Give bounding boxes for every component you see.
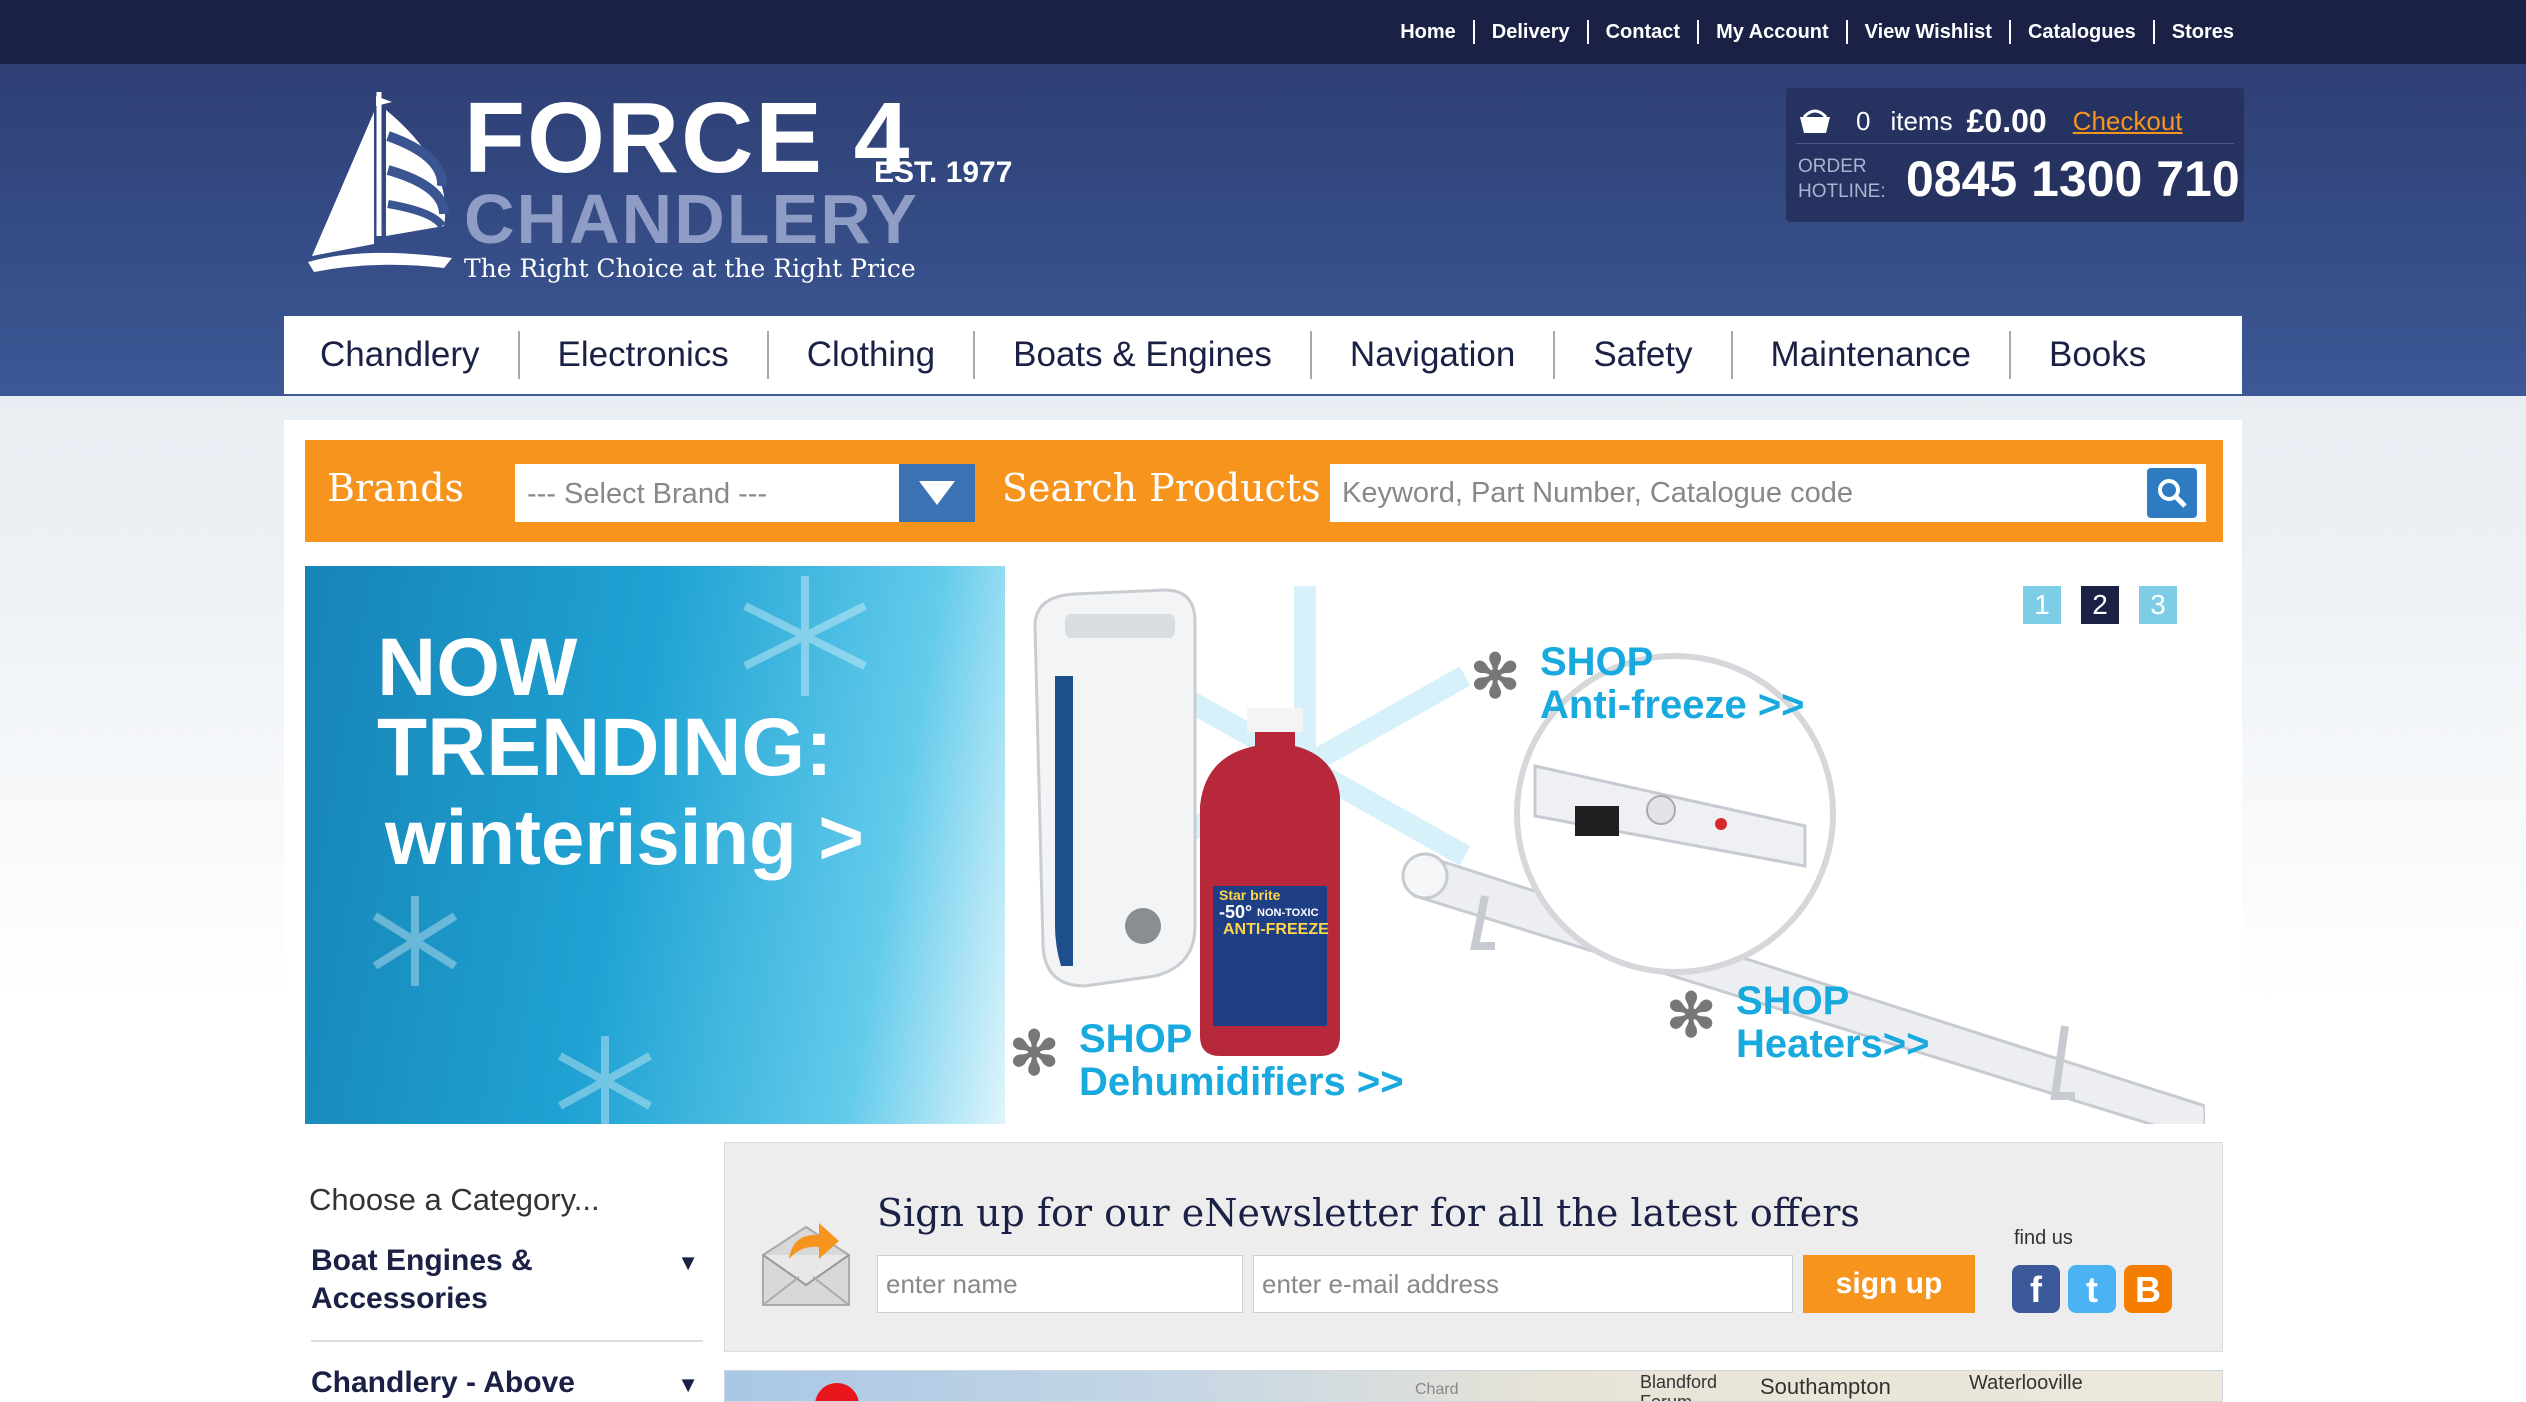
- search-products-label: Search Products: [1002, 466, 1321, 510]
- sign-up-button[interactable]: sign up: [1803, 1255, 1975, 1313]
- bottle-brand: Star brite: [1219, 887, 1281, 903]
- brands-label: Brands: [327, 466, 465, 510]
- shop-dehumidifiers-line1: SHOP: [1079, 1017, 1193, 1061]
- envelope-icon: [762, 1223, 850, 1306]
- banner-ice-panel: NOW TRENDING: winterising >: [305, 566, 1005, 1124]
- category-item-boat-engines[interactable]: Boat Engines & Accessories ▼: [311, 1242, 703, 1318]
- category-item-label: Chandlery - Above: [311, 1366, 575, 1399]
- hotline-number: 0845 1300 710: [1906, 151, 2240, 207]
- banner-subline[interactable]: winterising >: [385, 792, 864, 883]
- nav-navigation[interactable]: Navigation: [1312, 331, 1556, 379]
- newsletter-signup: Sign up for our eNewsletter for all the …: [724, 1142, 2223, 1352]
- newsletter-title: Sign up for our eNewsletter for all the …: [877, 1191, 1860, 1235]
- bottle-temp: -50°: [1219, 902, 1252, 922]
- main-nav: Chandlery Electronics Clothing Boats & E…: [284, 316, 2242, 394]
- find-us-label: find us: [2014, 1227, 2073, 1249]
- category-divider: [311, 1340, 703, 1342]
- shop-antifreeze-link[interactable]: ✻ SHOP Anti-freeze >>: [1470, 640, 1805, 727]
- nav-electronics[interactable]: Electronics: [520, 331, 769, 379]
- logo-tagline: The Right Choice at the Right Price: [464, 254, 916, 283]
- twitter-link[interactable]: t: [2068, 1265, 2116, 1313]
- logo-subtitle: CHANDLERY: [464, 180, 919, 258]
- slide-dot-1[interactable]: 1: [2023, 586, 2061, 624]
- search-icon: [2158, 479, 2187, 508]
- facebook-link[interactable]: f: [2012, 1265, 2060, 1313]
- triangle-down-icon: [919, 481, 955, 505]
- map-label-southampton: Southampton: [1760, 1374, 1891, 1399]
- shop-heaters-link[interactable]: ✻ SHOP Heaters>>: [1666, 979, 1930, 1066]
- top-link-view-wishlist[interactable]: View Wishlist: [1848, 20, 2011, 44]
- facebook-icon: f: [2030, 1269, 2042, 1310]
- map-label-chard: Chard: [1415, 1381, 1459, 1398]
- banner-headline: NOW TRENDING:: [377, 622, 833, 793]
- top-link-home[interactable]: Home: [1383, 20, 1475, 44]
- logo-brand-name: FORCE 4: [464, 82, 912, 194]
- snowflake-icon: ✻: [1666, 982, 1717, 1049]
- shop-heaters-line1: SHOP: [1736, 979, 1850, 1023]
- category-sidebar-title: Choose a Category...: [309, 1182, 600, 1217]
- map-label-blandford: Blandford Forum: [1640, 1372, 1718, 1402]
- cart-items-label: items: [1890, 106, 1953, 136]
- category-item-label: Boat Engines & Accessories: [311, 1244, 533, 1315]
- slide-dot-3[interactable]: 3: [2139, 586, 2177, 624]
- category-sidebar: Choose a Category... Boat Engines & Acce…: [305, 1142, 703, 1402]
- top-link-catalogues[interactable]: Catalogues: [2011, 20, 2155, 44]
- bottle-desc: NON-TOXIC: [1257, 907, 1319, 919]
- top-link-stores[interactable]: Stores: [2155, 20, 2251, 44]
- nav-boats-engines[interactable]: Boats & Engines: [975, 331, 1312, 379]
- blogger-icon: B: [2135, 1269, 2161, 1310]
- top-bar: Home Delivery Contact My Account View Wi…: [0, 0, 2526, 64]
- search-button[interactable]: [2147, 468, 2197, 518]
- cart-summary[interactable]: 0 items £0.00 Checkout: [1796, 100, 2234, 144]
- newsletter-name-input[interactable]: [877, 1255, 1243, 1313]
- search-input[interactable]: [1330, 464, 2206, 522]
- shop-heaters-line2: Heaters>>: [1736, 1022, 1930, 1066]
- basket-icon: [1800, 109, 1830, 133]
- newsletter-email-input[interactable]: [1253, 1255, 1793, 1313]
- blogger-link[interactable]: B: [2124, 1265, 2172, 1313]
- map-pin-icon: [815, 1383, 859, 1401]
- brand-dropdown-button[interactable]: [899, 464, 975, 522]
- bottle-label: ANTI-FREEZE: [1223, 921, 1329, 938]
- slide-dot-2[interactable]: 2: [2081, 586, 2119, 624]
- search-bar: Brands --- Select Brand --- Search Produ…: [305, 440, 2223, 542]
- twitter-icon: t: [2086, 1269, 2098, 1310]
- snowflake-icon: ✻: [1009, 1020, 1060, 1087]
- site-logo[interactable]: FORCE 4 EST. 1977 CHANDLERY The Right Ch…: [304, 86, 1024, 296]
- shop-antifreeze-line1: SHOP: [1540, 640, 1654, 684]
- category-item-chandlery-above[interactable]: Chandlery - Above ▼: [311, 1364, 703, 1402]
- nav-safety[interactable]: Safety: [1555, 331, 1733, 379]
- brand-select[interactable]: --- Select Brand ---: [515, 464, 975, 522]
- brand-select-value: --- Select Brand ---: [527, 478, 768, 510]
- checkout-link[interactable]: Checkout: [2073, 106, 2183, 137]
- store-map[interactable]: Chard Blandford Forum Southampton Waterl…: [724, 1370, 2223, 1402]
- top-link-my-account[interactable]: My Account: [1699, 20, 1848, 44]
- snowflake-icon: ✻: [1470, 643, 1521, 710]
- top-links: Home Delivery Contact My Account View Wi…: [1383, 0, 2251, 64]
- top-link-delivery[interactable]: Delivery: [1475, 20, 1589, 44]
- top-link-contact[interactable]: Contact: [1589, 20, 1700, 44]
- shop-dehumidifiers-link[interactable]: ✻ SHOP Dehumidifiers >>: [1009, 1017, 1404, 1104]
- nav-chandlery[interactable]: Chandlery: [284, 331, 520, 379]
- promo-banner[interactable]: NOW TRENDING: winterising > Star brite -…: [305, 566, 2223, 1124]
- cart-count: 0: [1856, 106, 1871, 136]
- map-label-waterlooville: Waterlooville: [1969, 1372, 2083, 1394]
- cart-total: £0.00: [1966, 103, 2047, 139]
- triangle-down-icon: ▼: [677, 1372, 699, 1397]
- nav-maintenance[interactable]: Maintenance: [1733, 331, 2011, 379]
- slider-pagination: 1 2 3: [2023, 586, 2177, 624]
- cart-box: 0 items £0.00 Checkout ORDER HOTLINE: 08…: [1786, 88, 2244, 222]
- shop-antifreeze-line2: Anti-freeze >>: [1540, 683, 1805, 727]
- nav-books[interactable]: Books: [2011, 331, 2184, 379]
- triangle-down-icon: ▼: [677, 1250, 699, 1275]
- sailboat-logo-icon: [308, 92, 452, 272]
- nav-clothing[interactable]: Clothing: [769, 331, 976, 379]
- hotline-label: ORDER HOTLINE:: [1798, 156, 1886, 202]
- shop-dehumidifiers-line2: Dehumidifiers >>: [1079, 1060, 1404, 1104]
